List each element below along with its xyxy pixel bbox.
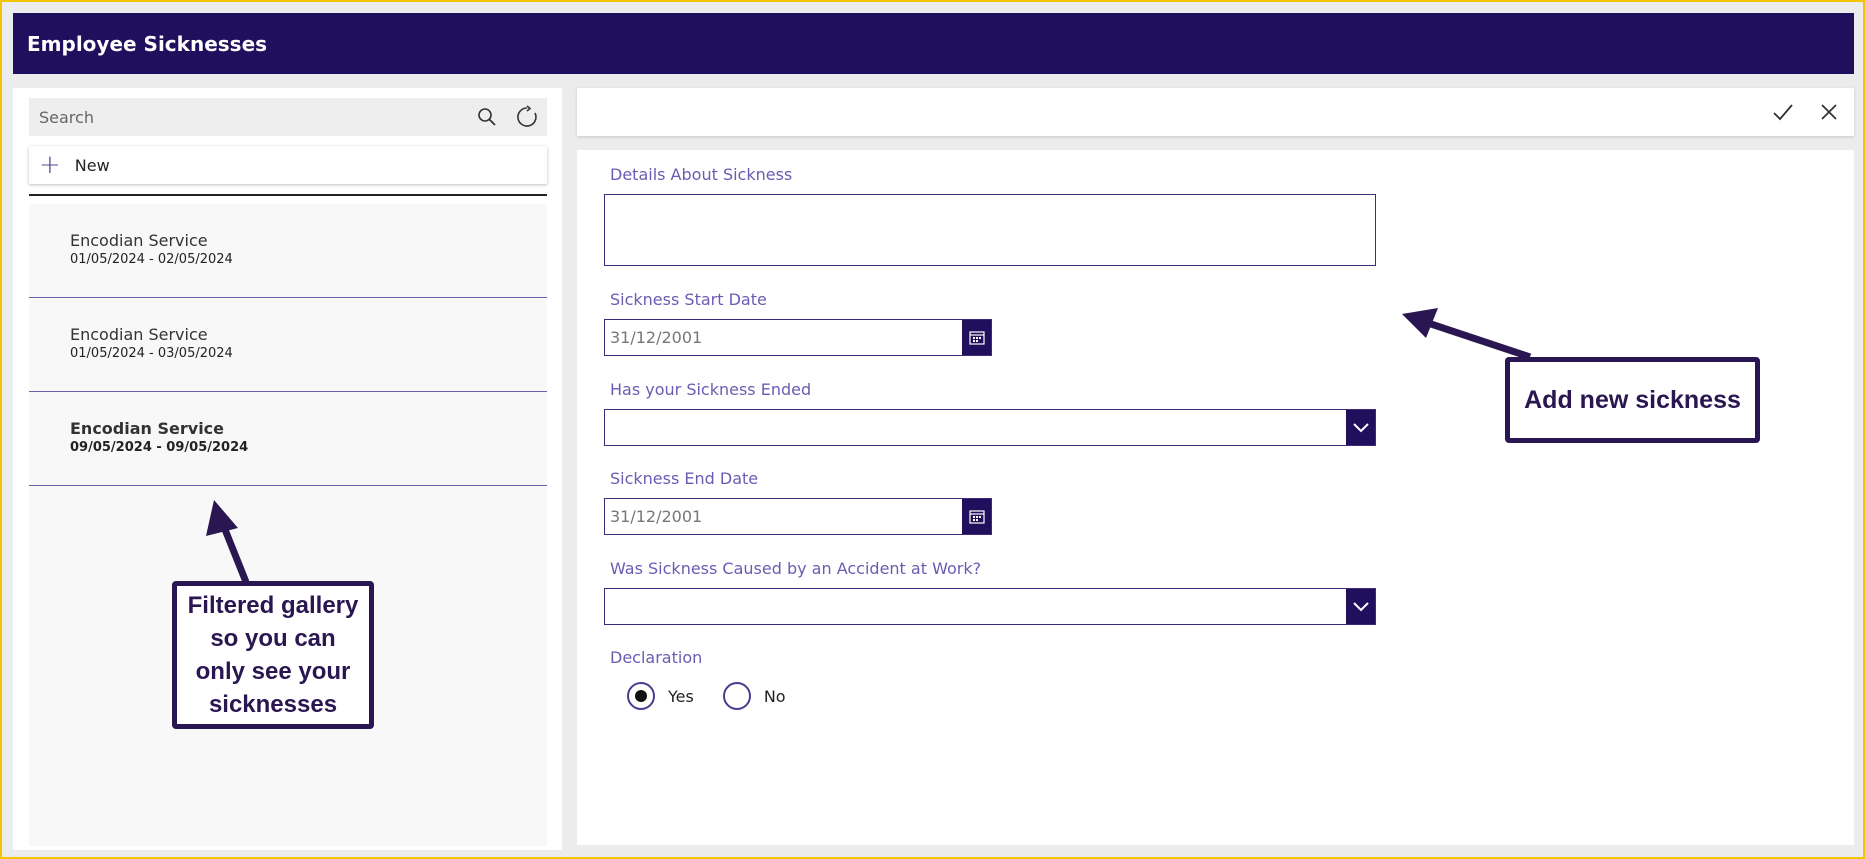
arrow-right-line: [1425, 322, 1530, 357]
arrow-left-head: [206, 500, 238, 536]
callout-filtered-gallery: Filtered gallery so you can only see you…: [172, 581, 374, 729]
callout-add-new-sickness: Add new sickness: [1505, 357, 1760, 443]
